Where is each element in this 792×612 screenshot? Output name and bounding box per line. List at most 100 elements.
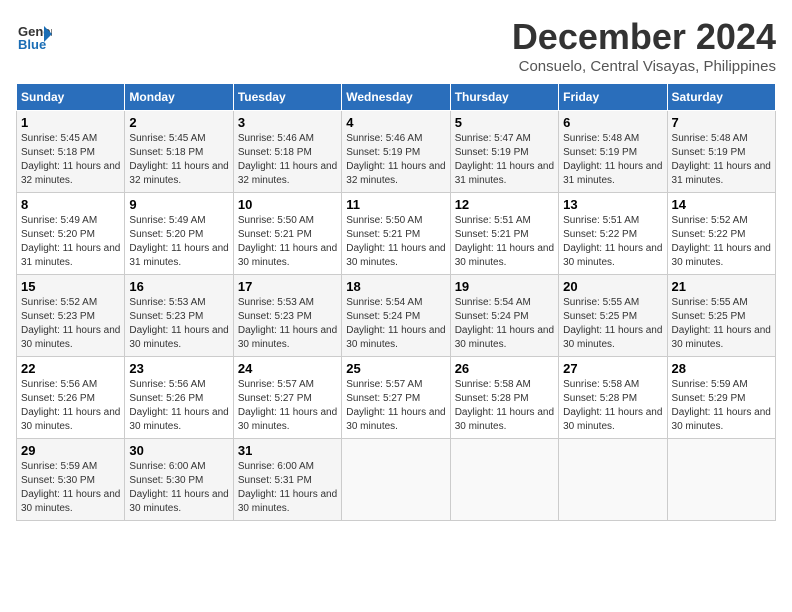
weekday-header-thursday: Thursday <box>450 84 558 111</box>
calendar-cell: 29 Sunrise: 5:59 AM Sunset: 5:30 PM Dayli… <box>17 439 125 521</box>
calendar-cell: 17 Sunrise: 5:53 AM Sunset: 5:23 PM Dayli… <box>233 275 341 357</box>
day-number: 13 <box>563 197 662 212</box>
day-number: 14 <box>672 197 771 212</box>
calendar-week-4: 22 Sunrise: 5:56 AM Sunset: 5:26 PM Dayli… <box>17 357 776 439</box>
calendar-week-2: 8 Sunrise: 5:49 AM Sunset: 5:20 PM Daylig… <box>17 193 776 275</box>
calendar-cell: 20Sunrise: 5:55 AM Sunset: 5:25 PM Dayli… <box>559 275 667 357</box>
calendar-cell: 27 Sunrise: 5:58 AM Sunset: 5:28 PM Dayli… <box>559 357 667 439</box>
weekday-header-sunday: Sunday <box>17 84 125 111</box>
logo-icon: General Blue <box>16 16 52 52</box>
weekday-header-tuesday: Tuesday <box>233 84 341 111</box>
day-info: Sunrise: 5:59 AM Sunset: 5:30 PM Dayligh… <box>21 460 120 516</box>
day-number: 22 <box>21 361 120 376</box>
day-number: 20 <box>563 279 662 294</box>
day-number: 8 <box>21 197 120 212</box>
day-info: Sunrise: 5:53 AM Sunset: 5:23 PM Dayligh… <box>129 296 228 352</box>
calendar-cell: 8 Sunrise: 5:49 AM Sunset: 5:20 PM Daylig… <box>17 193 125 275</box>
svg-text:Blue: Blue <box>18 37 46 52</box>
month-title: December 2024 <box>512 16 776 58</box>
calendar-week-1: 1 Sunrise: 5:45 AM Sunset: 5:18 PM Daylig… <box>17 111 776 193</box>
calendar-cell: 23 Sunrise: 5:56 AM Sunset: 5:26 PM Dayli… <box>125 357 233 439</box>
day-info: Sunrise: 5:49 AM Sunset: 5:20 PM Dayligh… <box>21 214 120 270</box>
day-info: Sunrise: 5:50 AM Sunset: 5:21 PM Dayligh… <box>238 214 337 270</box>
day-info: Sunrise: 5:45 AM Sunset: 5:18 PM Dayligh… <box>129 132 228 188</box>
day-info: Sunrise: 5:54 AM Sunset: 5:24 PM Dayligh… <box>455 296 554 352</box>
day-info: Sunrise: 5:51 AM Sunset: 5:21 PM Dayligh… <box>455 214 554 270</box>
day-info: Sunrise: 5:47 AM Sunset: 5:19 PM Dayligh… <box>455 132 554 188</box>
calendar-cell: 31Sunrise: 6:00 AM Sunset: 5:31 PM Dayli… <box>233 439 341 521</box>
day-info: Sunrise: 5:48 AM Sunset: 5:19 PM Dayligh… <box>672 132 771 188</box>
day-info: Sunrise: 5:48 AM Sunset: 5:19 PM Dayligh… <box>563 132 662 188</box>
calendar-cell: 11Sunrise: 5:50 AM Sunset: 5:21 PM Dayli… <box>342 193 450 275</box>
day-number: 2 <box>129 115 228 130</box>
day-number: 30 <box>129 443 228 458</box>
day-info: Sunrise: 5:45 AM Sunset: 5:18 PM Dayligh… <box>21 132 120 188</box>
day-number: 18 <box>346 279 445 294</box>
calendar-cell: 12 Sunrise: 5:51 AM Sunset: 5:21 PM Dayli… <box>450 193 558 275</box>
day-number: 3 <box>238 115 337 130</box>
day-number: 11 <box>346 197 445 212</box>
day-number: 29 <box>21 443 120 458</box>
weekday-header-saturday: Saturday <box>667 84 775 111</box>
calendar-cell: 15Sunrise: 5:52 AM Sunset: 5:23 PM Dayli… <box>17 275 125 357</box>
calendar-cell: 21 Sunrise: 5:55 AM Sunset: 5:25 PM Dayli… <box>667 275 775 357</box>
calendar-cell: 24Sunrise: 5:57 AM Sunset: 5:27 PM Dayli… <box>233 357 341 439</box>
day-number: 17 <box>238 279 337 294</box>
day-info: Sunrise: 5:46 AM Sunset: 5:18 PM Dayligh… <box>238 132 337 188</box>
day-info: Sunrise: 5:56 AM Sunset: 5:26 PM Dayligh… <box>129 378 228 434</box>
title-area: December 2024 Consuelo, Central Visayas,… <box>512 16 776 75</box>
calendar-cell: 1 Sunrise: 5:45 AM Sunset: 5:18 PM Daylig… <box>17 111 125 193</box>
day-info: Sunrise: 5:58 AM Sunset: 5:28 PM Dayligh… <box>455 378 554 434</box>
day-info: Sunrise: 5:57 AM Sunset: 5:27 PM Dayligh… <box>346 378 445 434</box>
day-info: Sunrise: 5:55 AM Sunset: 5:25 PM Dayligh… <box>672 296 771 352</box>
calendar-cell: 13Sunrise: 5:51 AM Sunset: 5:22 PM Dayli… <box>559 193 667 275</box>
day-number: 12 <box>455 197 554 212</box>
calendar-cell: 22 Sunrise: 5:56 AM Sunset: 5:26 PM Dayli… <box>17 357 125 439</box>
day-number: 28 <box>672 361 771 376</box>
day-info: Sunrise: 6:00 AM Sunset: 5:30 PM Dayligh… <box>129 460 228 516</box>
day-number: 1 <box>21 115 120 130</box>
day-info: Sunrise: 5:54 AM Sunset: 5:24 PM Dayligh… <box>346 296 445 352</box>
day-info: Sunrise: 5:52 AM Sunset: 5:23 PM Dayligh… <box>21 296 120 352</box>
calendar-cell: 18 Sunrise: 5:54 AM Sunset: 5:24 PM Dayli… <box>342 275 450 357</box>
day-number: 31 <box>238 443 337 458</box>
calendar-cell: 6 Sunrise: 5:48 AM Sunset: 5:19 PM Daylig… <box>559 111 667 193</box>
calendar-cell: 30 Sunrise: 6:00 AM Sunset: 5:30 PM Dayli… <box>125 439 233 521</box>
day-info: Sunrise: 5:49 AM Sunset: 5:20 PM Dayligh… <box>129 214 228 270</box>
calendar-cell: 3 Sunrise: 5:46 AM Sunset: 5:18 PM Daylig… <box>233 111 341 193</box>
calendar-table: SundayMondayTuesdayWednesdayThursdayFrid… <box>16 83 776 521</box>
day-info: Sunrise: 5:56 AM Sunset: 5:26 PM Dayligh… <box>21 378 120 434</box>
day-number: 27 <box>563 361 662 376</box>
location-title: Consuelo, Central Visayas, Philippines <box>512 58 776 75</box>
day-number: 5 <box>455 115 554 130</box>
calendar-cell: 25Sunrise: 5:57 AM Sunset: 5:27 PM Dayli… <box>342 357 450 439</box>
logo: General Blue <box>16 16 52 52</box>
day-info: Sunrise: 5:53 AM Sunset: 5:23 PM Dayligh… <box>238 296 337 352</box>
weekday-header-wednesday: Wednesday <box>342 84 450 111</box>
day-number: 24 <box>238 361 337 376</box>
calendar-week-3: 15Sunrise: 5:52 AM Sunset: 5:23 PM Dayli… <box>17 275 776 357</box>
weekday-header-monday: Monday <box>125 84 233 111</box>
calendar-cell: 26Sunrise: 5:58 AM Sunset: 5:28 PM Dayli… <box>450 357 558 439</box>
weekday-header-row: SundayMondayTuesdayWednesdayThursdayFrid… <box>17 84 776 111</box>
day-number: 6 <box>563 115 662 130</box>
page-header: General Blue December 2024 Consuelo, Cen… <box>16 16 776 75</box>
calendar-cell <box>667 439 775 521</box>
weekday-header-friday: Friday <box>559 84 667 111</box>
day-number: 21 <box>672 279 771 294</box>
calendar-cell: 2 Sunrise: 5:45 AM Sunset: 5:18 PM Daylig… <box>125 111 233 193</box>
day-number: 10 <box>238 197 337 212</box>
day-info: Sunrise: 5:58 AM Sunset: 5:28 PM Dayligh… <box>563 378 662 434</box>
calendar-cell: 14Sunrise: 5:52 AM Sunset: 5:22 PM Dayli… <box>667 193 775 275</box>
calendar-cell: 28Sunrise: 5:59 AM Sunset: 5:29 PM Dayli… <box>667 357 775 439</box>
day-number: 16 <box>129 279 228 294</box>
day-number: 19 <box>455 279 554 294</box>
day-number: 4 <box>346 115 445 130</box>
calendar-cell <box>559 439 667 521</box>
calendar-cell: 10 Sunrise: 5:50 AM Sunset: 5:21 PM Dayli… <box>233 193 341 275</box>
calendar-cell: 4Sunrise: 5:46 AM Sunset: 5:19 PM Daylig… <box>342 111 450 193</box>
calendar-week-5: 29 Sunrise: 5:59 AM Sunset: 5:30 PM Dayli… <box>17 439 776 521</box>
calendar-cell: 19 Sunrise: 5:54 AM Sunset: 5:24 PM Dayli… <box>450 275 558 357</box>
day-number: 7 <box>672 115 771 130</box>
day-number: 23 <box>129 361 228 376</box>
